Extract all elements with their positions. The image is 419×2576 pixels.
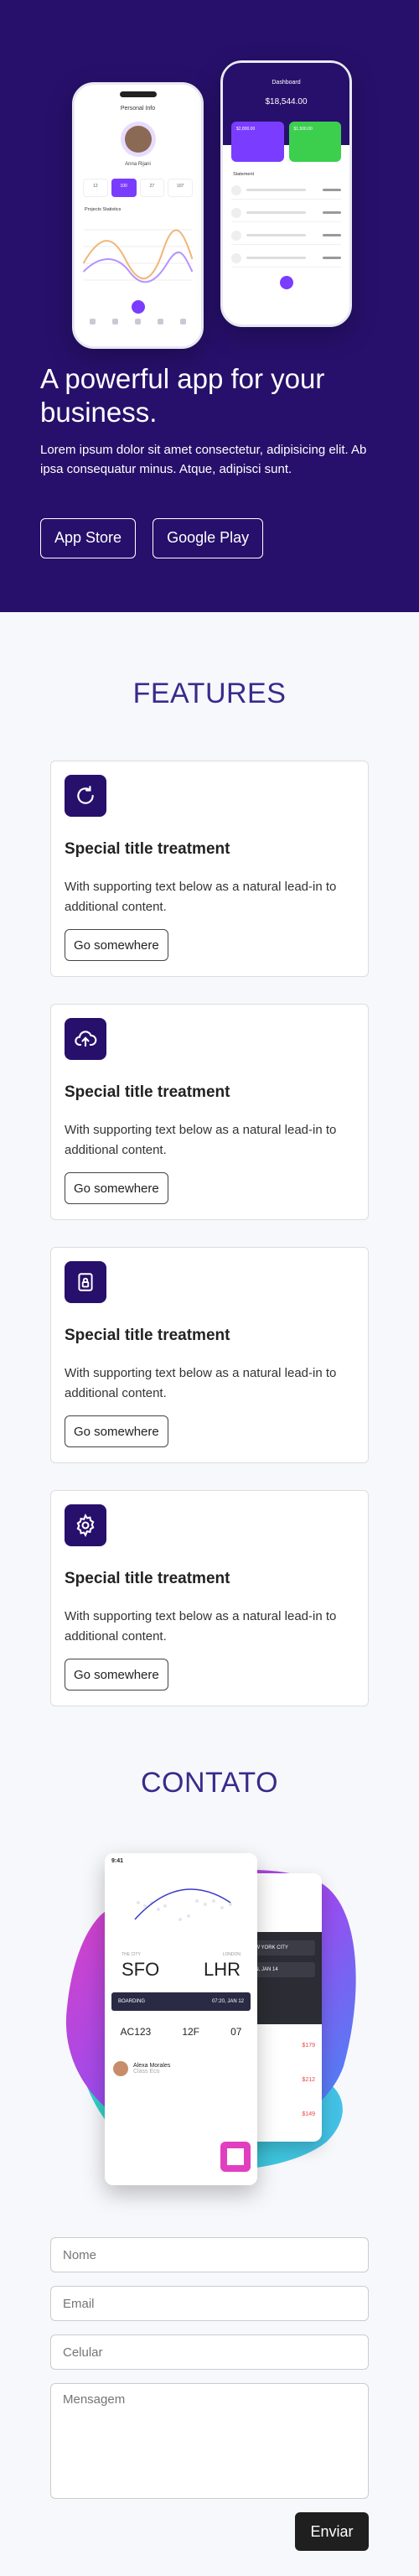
boarding-date: 07:20, JAN 12: [211, 1999, 244, 2004]
phone-bottom-nav: [75, 319, 201, 325]
email-field[interactable]: [50, 2286, 369, 2321]
feature-text: With supporting text below as a natural …: [65, 1609, 337, 1644]
feature-text: With supporting text below as a natural …: [65, 1366, 337, 1400]
go-somewhere-button[interactable]: Go somewhere: [65, 929, 168, 961]
phone-mockup-personal-info: Personal Info Anna Rijani 12 100 27 107 …: [72, 82, 204, 349]
refresh-icon: [65, 775, 106, 817]
go-somewhere-button[interactable]: Go somewhere: [65, 1415, 168, 1447]
stat-box: 27: [139, 179, 165, 197]
dashboard-balance: $18,544.00: [265, 97, 308, 106]
front-phone: 9:41 THE CITY LONDON SFO LHR BOARDING 07…: [105, 1853, 257, 2185]
submit-button[interactable]: Enviar: [295, 2512, 369, 2551]
feature-title: Special title treatment: [65, 1570, 230, 1587]
hero-text: A powerful app for your business. Lorem …: [40, 362, 384, 558]
phone-mockup-dashboard: Dashboard $18,544.00 $2,800.00 $1,500.00…: [220, 60, 352, 327]
hero-description: Lorem ipsum dolor sit amet consectetur, …: [40, 443, 367, 477]
feature-card: Special title treatment With supporting …: [50, 1247, 369, 1463]
from-city-label: THE CITY: [122, 1952, 141, 1957]
profile-name: Anna Rijani: [125, 162, 151, 167]
stat-box: 12: [83, 179, 108, 197]
app-store-button[interactable]: App Store: [40, 517, 137, 558]
balance-card: $1,500.00: [288, 122, 341, 162]
feature-text: With supporting text below as a natural …: [65, 1123, 337, 1157]
cloud-upload-icon: [65, 1018, 106, 1060]
projects-chart-label: Projects Statistics: [85, 207, 122, 212]
lock-icon: [65, 1261, 106, 1303]
go-somewhere-button[interactable]: Go somewhere: [65, 1172, 168, 1204]
seat-number: 12F: [182, 2026, 199, 2038]
stat-box: 107: [168, 179, 193, 197]
contact-form: Enviar: [50, 2237, 369, 2551]
projects-line-chart: [82, 229, 194, 283]
phone-field[interactable]: [50, 2334, 369, 2370]
dashboard-title: Dashboard: [272, 80, 301, 86]
feature-title: Special title treatment: [65, 840, 230, 858]
to-city: LHR: [203, 1959, 241, 1980]
go-somewhere-button[interactable]: Go somewhere: [65, 1659, 168, 1690]
transaction-row: [231, 181, 341, 200]
transaction-row: [231, 204, 341, 222]
world-map-route: [134, 1888, 232, 1921]
boarding-label: BOARDING: [118, 1999, 146, 2004]
add-fab-icon: [131, 300, 145, 314]
flight-number: AC123: [120, 2026, 152, 2038]
avatar: [120, 122, 156, 157]
google-play-button[interactable]: Google Play: [153, 517, 264, 558]
phone-personal-title: Personal Info: [120, 106, 156, 112]
feature-text: With supporting text below as a natural …: [65, 880, 337, 914]
status-time: 9:41: [111, 1858, 124, 1864]
qr-code-icon: [220, 2142, 251, 2172]
gear-icon: [65, 1504, 106, 1546]
feature-title: Special title treatment: [65, 1327, 230, 1344]
contact-title: CONTATO: [140, 1767, 279, 1799]
dashboard-cards: $2,800.00 $1,500.00: [231, 122, 341, 162]
gate-number: 07: [230, 2026, 242, 2038]
stat-box: 100: [111, 179, 137, 197]
phone-notch: [119, 91, 157, 97]
store-buttons: App Store Google Play: [40, 517, 384, 558]
passenger-class: Class Eco: [133, 2069, 160, 2075]
features-title: FEATURES: [132, 678, 287, 709]
from-city: SFO: [122, 1959, 160, 1980]
profile-stats: 12 100 27 107: [83, 179, 193, 197]
message-field[interactable]: [50, 2383, 369, 2499]
hero-section: Personal Info Anna Rijani 12 100 27 107 …: [0, 0, 419, 612]
feature-card: Special title treatment With supporting …: [50, 1490, 369, 1706]
statement-label: Statement: [233, 172, 255, 177]
transaction-row: [231, 249, 341, 267]
name-field[interactable]: [50, 2237, 369, 2272]
feature-card: Special title treatment With supporting …: [50, 1004, 369, 1220]
passenger-avatar: [113, 2061, 128, 2076]
hero-title: A powerful app for your business.: [40, 363, 325, 428]
feature-card: Special title treatment With supporting …: [50, 761, 369, 977]
passenger-name: Alexa Morales: [133, 2063, 171, 2069]
feature-title: Special title treatment: [65, 1083, 230, 1101]
transaction-row: [231, 226, 341, 245]
travel-app-illustration: NEW YORK CITY SUN, JAN 14 $179 $212 $149…: [50, 1823, 369, 2192]
to-city-label: LONDON: [222, 1952, 241, 1957]
balance-card: $2,800.00: [231, 122, 284, 162]
add-fab-icon: [279, 276, 293, 289]
